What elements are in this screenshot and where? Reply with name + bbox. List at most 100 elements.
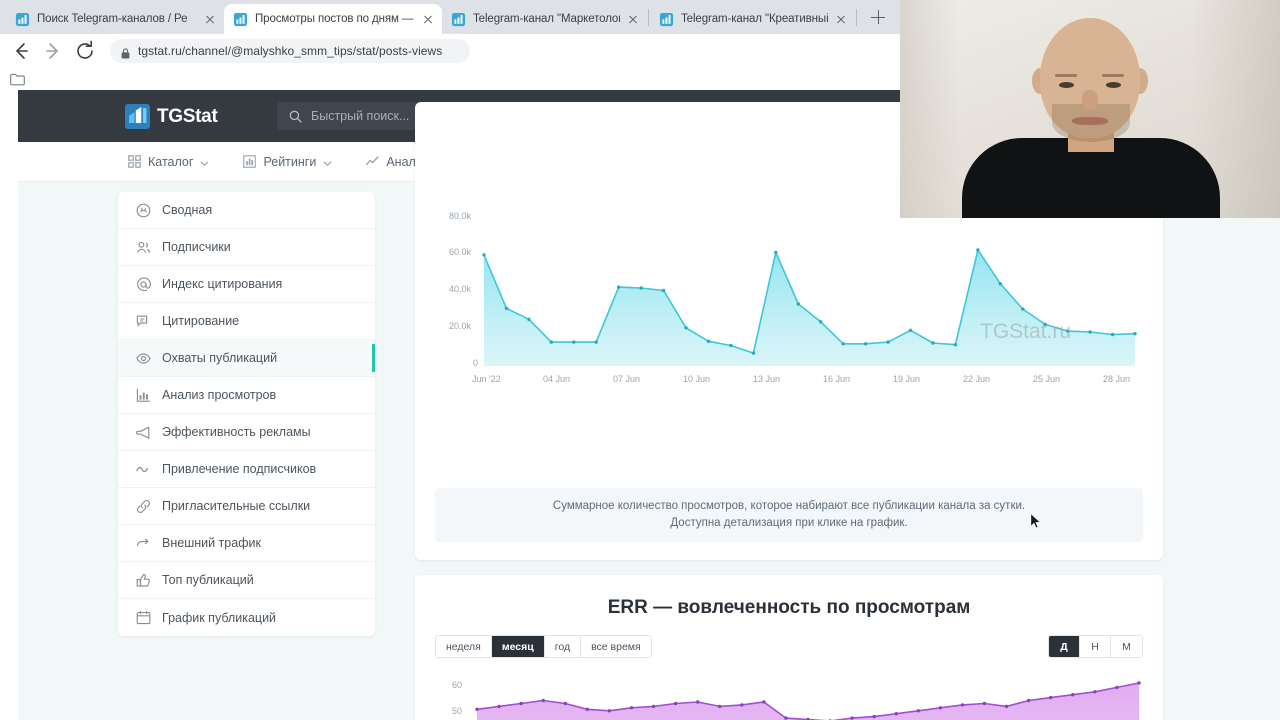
sidebar-item-label: Топ публикаций bbox=[162, 573, 254, 587]
sidebar-item-label: Привлечение подписчиков bbox=[162, 462, 317, 476]
reload-icon[interactable] bbox=[72, 38, 98, 64]
tab-separator bbox=[856, 8, 857, 26]
nav-item-ratings[interactable]: Рейтинги bbox=[243, 142, 332, 182]
close-icon[interactable] bbox=[420, 11, 436, 27]
sidebar-item-label: Индекс цитирования bbox=[162, 277, 283, 291]
screen: Поиск Telegram-каналов / Ре Просмотры по… bbox=[0, 0, 1280, 720]
stat-sidebar: Сводная Подписчики Индекс цитирования Ци… bbox=[118, 192, 375, 636]
range-button-all[interactable]: все время bbox=[581, 636, 651, 657]
sidebar-item-ad-performance[interactable]: Эффективность рекламы bbox=[118, 414, 375, 451]
err-range-toggle: неделя месяц год все время bbox=[435, 635, 652, 658]
sidebar-item-citation-index[interactable]: Индекс цитирования bbox=[118, 266, 375, 303]
folder-icon[interactable] bbox=[10, 73, 25, 86]
watermark: TGStat.ru bbox=[980, 320, 1072, 343]
webcam-person-brow-right bbox=[1102, 74, 1124, 77]
webcam-person-eye-right bbox=[1106, 82, 1121, 88]
nav-item-catalog[interactable]: Каталог bbox=[128, 142, 209, 182]
x-tick-label: 10 Jun bbox=[683, 374, 711, 384]
tab-title: Telegram-канал "Креативный bbox=[681, 13, 828, 25]
caption-line-1: Суммарное количество просмотров, которое… bbox=[552, 500, 1026, 512]
range-button-year[interactable]: год bbox=[544, 636, 582, 657]
browser-tab-1[interactable]: Поиск Telegram-каналов / Ре bbox=[6, 4, 224, 34]
calendar-icon bbox=[136, 610, 151, 625]
posts-views-plot bbox=[482, 248, 1137, 365]
site-logo[interactable]: TGStat bbox=[125, 104, 218, 129]
sidebar-item-post-schedule[interactable]: График публикаций bbox=[118, 599, 375, 636]
bar-chart-icon bbox=[136, 388, 151, 403]
range-button-month[interactable]: месяц bbox=[491, 636, 545, 657]
granularity-button-day[interactable]: Д bbox=[1049, 636, 1080, 657]
browser-tab-4[interactable]: Telegram-канал "Креативный bbox=[650, 4, 855, 34]
x-tick-label: Jun '22 bbox=[472, 374, 501, 384]
err-chart[interactable]: 60 50 40 30 20 bbox=[435, 675, 1143, 720]
sidebar-item-subscribers[interactable]: Подписчики bbox=[118, 229, 375, 266]
sidebar-item-external-traffic[interactable]: Внешний трафик bbox=[118, 525, 375, 562]
mouse-cursor bbox=[1030, 512, 1042, 529]
err-granularity-toggle: Д Н М bbox=[1048, 635, 1143, 658]
sidebar-item-citation[interactable]: Цитирование bbox=[118, 303, 375, 340]
x-tick-label: 13 Jun bbox=[753, 374, 781, 384]
users-icon bbox=[136, 240, 151, 255]
dashboard-icon bbox=[136, 203, 151, 218]
lock-icon bbox=[121, 46, 130, 58]
tab-title: Просмотры постов по дням — bbox=[255, 13, 414, 25]
close-icon[interactable] bbox=[625, 11, 641, 27]
x-tick-label: 28 Jun bbox=[1103, 374, 1131, 384]
nav-label: Каталог bbox=[148, 154, 194, 169]
x-tick-label: 19 Jun bbox=[893, 374, 921, 384]
browser-tab-2[interactable]: Просмотры постов по дням — bbox=[224, 4, 442, 34]
err-card: ERR — вовлеченность по просмотрам неделя… bbox=[415, 575, 1163, 720]
brand-name: TGStat bbox=[157, 105, 218, 127]
back-icon[interactable] bbox=[8, 38, 34, 64]
sidebar-item-label: Сводная bbox=[162, 203, 213, 217]
forward-icon[interactable] bbox=[40, 38, 66, 64]
posts-views-chart[interactable]: 80.0k 60.0k 40.0k 20.0k 0 Jun '22 04 Jun… bbox=[435, 202, 1143, 492]
page-body: Сводная Подписчики Индекс цитирования Ци… bbox=[18, 102, 1280, 720]
sidebar-item-reach[interactable]: Охваты публикаций bbox=[118, 340, 375, 377]
nav-label: Рейтинги bbox=[263, 154, 317, 169]
sidebar-item-svodnaya[interactable]: Сводная bbox=[118, 192, 375, 229]
line-chart-icon bbox=[366, 155, 379, 168]
arrow-right-icon bbox=[136, 536, 151, 551]
eye-icon bbox=[136, 351, 151, 366]
sidebar-item-label: Подписчики bbox=[162, 240, 231, 254]
sidebar-item-label: График публикаций bbox=[162, 610, 277, 625]
caption-line-2: Доступна детализация при клике на график… bbox=[670, 517, 908, 529]
err-plot bbox=[475, 681, 1141, 720]
sidebar-item-label: Пригласительные ссылки bbox=[162, 499, 311, 513]
browser-tab-3[interactable]: Telegram-канал "Маркетолог bbox=[442, 4, 647, 34]
range-button-week[interactable]: неделя bbox=[436, 636, 492, 657]
webcam-person-mouth bbox=[1072, 117, 1108, 125]
sidebar-item-invite-links[interactable]: Пригласительные ссылки bbox=[118, 488, 375, 525]
webcam-person-eye-left bbox=[1059, 82, 1074, 88]
x-tick-label: 07 Jun bbox=[613, 374, 641, 384]
url-text: tgstat.ru/channel/@malyshko_smm_tips/sta… bbox=[138, 44, 443, 58]
thumbs-up-icon bbox=[136, 573, 151, 588]
sidebar-item-label: Внешний трафик bbox=[162, 536, 261, 550]
granularity-button-week[interactable]: Н bbox=[1080, 636, 1111, 657]
sidebar-item-top-posts[interactable]: Топ публикаций bbox=[118, 562, 375, 599]
sidebar-item-views-analysis[interactable]: Анализ просмотров bbox=[118, 377, 375, 414]
tab-separator bbox=[648, 8, 649, 26]
webcam-person-nose bbox=[1082, 90, 1098, 110]
sidebar-item-label: Анализ просмотров bbox=[162, 388, 277, 402]
sidebar-item-subscriber-growth[interactable]: Привлечение подписчиков bbox=[118, 451, 375, 488]
x-tick-label: 25 Jun bbox=[1033, 374, 1061, 384]
granularity-button-month[interactable]: М bbox=[1111, 636, 1142, 657]
tab-title: Поиск Telegram-каналов / Ре bbox=[37, 13, 188, 25]
address-bar[interactable]: tgstat.ru/channel/@malyshko_smm_tips/sta… bbox=[110, 39, 470, 63]
megaphone-icon bbox=[136, 425, 151, 440]
x-tick-label: 22 Jun bbox=[963, 374, 991, 384]
chevron-down-icon bbox=[200, 157, 209, 166]
tab-title: Telegram-канал "Маркетолог bbox=[473, 13, 620, 25]
grid-icon bbox=[128, 155, 141, 168]
webcam-shadow-left bbox=[900, 0, 960, 218]
err-title: ERR — вовлеченность по просмотрам bbox=[607, 597, 971, 618]
webcam-overlay bbox=[900, 0, 1280, 218]
close-icon[interactable] bbox=[202, 11, 218, 27]
new-tab-button[interactable] bbox=[864, 3, 892, 31]
x-axis-line bbox=[483, 365, 1135, 366]
at-icon bbox=[136, 276, 151, 292]
close-icon[interactable] bbox=[833, 11, 849, 27]
tgstat-icon bbox=[659, 12, 674, 27]
